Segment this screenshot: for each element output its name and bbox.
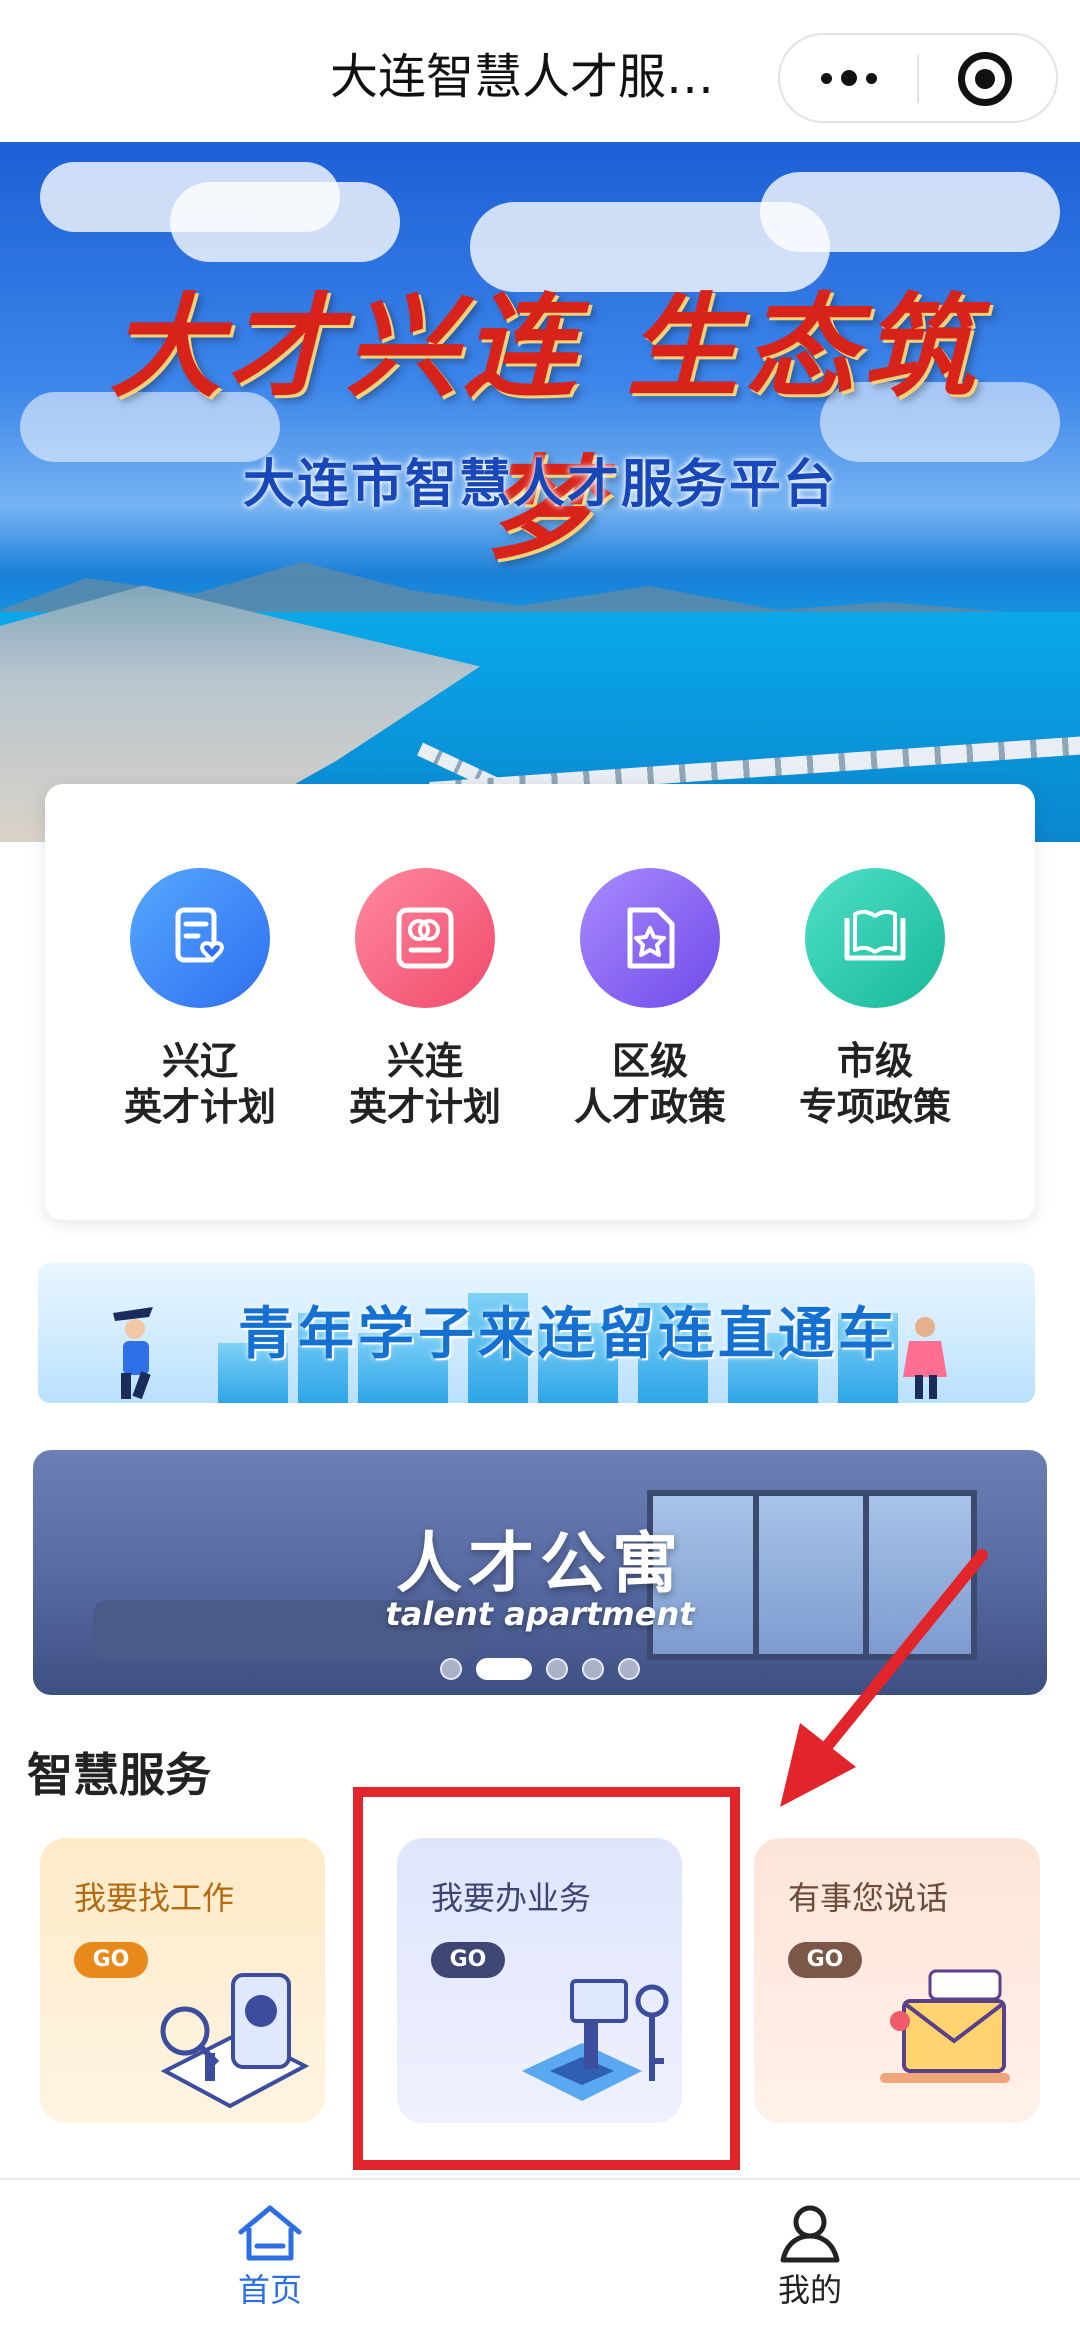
document-star-icon bbox=[580, 868, 720, 1008]
youth-direct-train-banner[interactable]: 青年学子来连留连直通车 bbox=[38, 1263, 1035, 1403]
mini-program-target-icon[interactable] bbox=[958, 52, 1012, 106]
category-label: 兴连 bbox=[386, 1039, 463, 1083]
annotation-arrow-icon bbox=[780, 1549, 988, 1807]
bottom-tab-bar: 首页 我的 bbox=[0, 2178, 1080, 2332]
job-search-illustration bbox=[160, 1973, 310, 2109]
top-bar: 大连智慧人才服… bbox=[0, 0, 1080, 142]
platform-name: 大连市智慧人才服务平台 bbox=[242, 455, 837, 515]
capsule-divider bbox=[917, 55, 919, 103]
service-label: 有事您说话 bbox=[788, 1879, 949, 1917]
carousel-dot[interactable] bbox=[440, 1658, 462, 1680]
tab-label: 首页 bbox=[237, 2271, 302, 2309]
document-heart-icon bbox=[130, 868, 270, 1008]
policy-category-card: 兴辽 英才计划 兴连 英才计划 区级 人才政策 市级 专项政策 bbox=[45, 784, 1035, 1220]
tab-mine[interactable]: 我的 bbox=[710, 2180, 910, 2332]
tab-home[interactable]: 首页 bbox=[170, 2180, 370, 2332]
category-xinglian[interactable]: 兴连 英才计划 bbox=[325, 868, 525, 1130]
category-xingliao[interactable]: 兴辽 英才计划 bbox=[100, 868, 300, 1130]
category-district-policy[interactable]: 区级 人才政策 bbox=[550, 868, 750, 1130]
more-dots-icon[interactable] bbox=[780, 35, 918, 121]
category-label: 兴辽 bbox=[161, 1039, 238, 1083]
home-icon bbox=[238, 2205, 302, 2261]
go-badge[interactable]: GO bbox=[788, 1942, 862, 1978]
page-title: 大连智慧人才服… bbox=[330, 49, 715, 105]
category-label: 区级 bbox=[611, 1039, 688, 1083]
category-label: 市级 bbox=[836, 1039, 913, 1083]
mail-chat-illustration bbox=[880, 1969, 1010, 2083]
carousel-dot[interactable] bbox=[618, 1658, 640, 1680]
carousel-dot-active[interactable] bbox=[476, 1658, 532, 1680]
hero-banner[interactable]: 大才兴连 生态筑梦 大连市智慧人才服务平台 bbox=[0, 142, 1080, 842]
mini-program-page: 大连智慧人才服… 大才兴连 生态筑梦 大连市智慧人才服务平台 兴辽 英才计划 兴… bbox=[0, 0, 1080, 2332]
graduate-runner-icon bbox=[113, 1307, 153, 1400]
tab-label: 我的 bbox=[777, 2271, 842, 2309]
carousel-dot[interactable] bbox=[546, 1658, 568, 1680]
category-label: 英才计划 bbox=[348, 1085, 501, 1129]
section-title: 智慧服务 bbox=[27, 1748, 211, 1802]
service-label: 我要找工作 bbox=[74, 1879, 235, 1917]
category-label: 英才计划 bbox=[123, 1085, 276, 1129]
category-label: 专项政策 bbox=[798, 1085, 951, 1129]
youth-banner-text: 青年学子来连留连直通车 bbox=[238, 1302, 898, 1367]
menu-capsule bbox=[778, 33, 1058, 123]
book-icon bbox=[805, 868, 945, 1008]
service-card-feedback[interactable]: 有事您说话 GO bbox=[754, 1838, 1040, 2123]
go-badge[interactable]: GO bbox=[74, 1942, 148, 1978]
carousel-dot[interactable] bbox=[582, 1658, 604, 1680]
hero-slogan: 大才兴连 生态筑梦 bbox=[109, 282, 981, 575]
service-card-find-job[interactable]: 我要找工作 GO bbox=[40, 1838, 325, 2123]
profile-card-icon bbox=[355, 868, 495, 1008]
category-label: 人才政策 bbox=[573, 1085, 726, 1129]
user-icon bbox=[780, 2205, 840, 2263]
highlight-annotation-box bbox=[353, 1787, 740, 2170]
category-city-policy[interactable]: 市级 专项政策 bbox=[775, 868, 975, 1130]
